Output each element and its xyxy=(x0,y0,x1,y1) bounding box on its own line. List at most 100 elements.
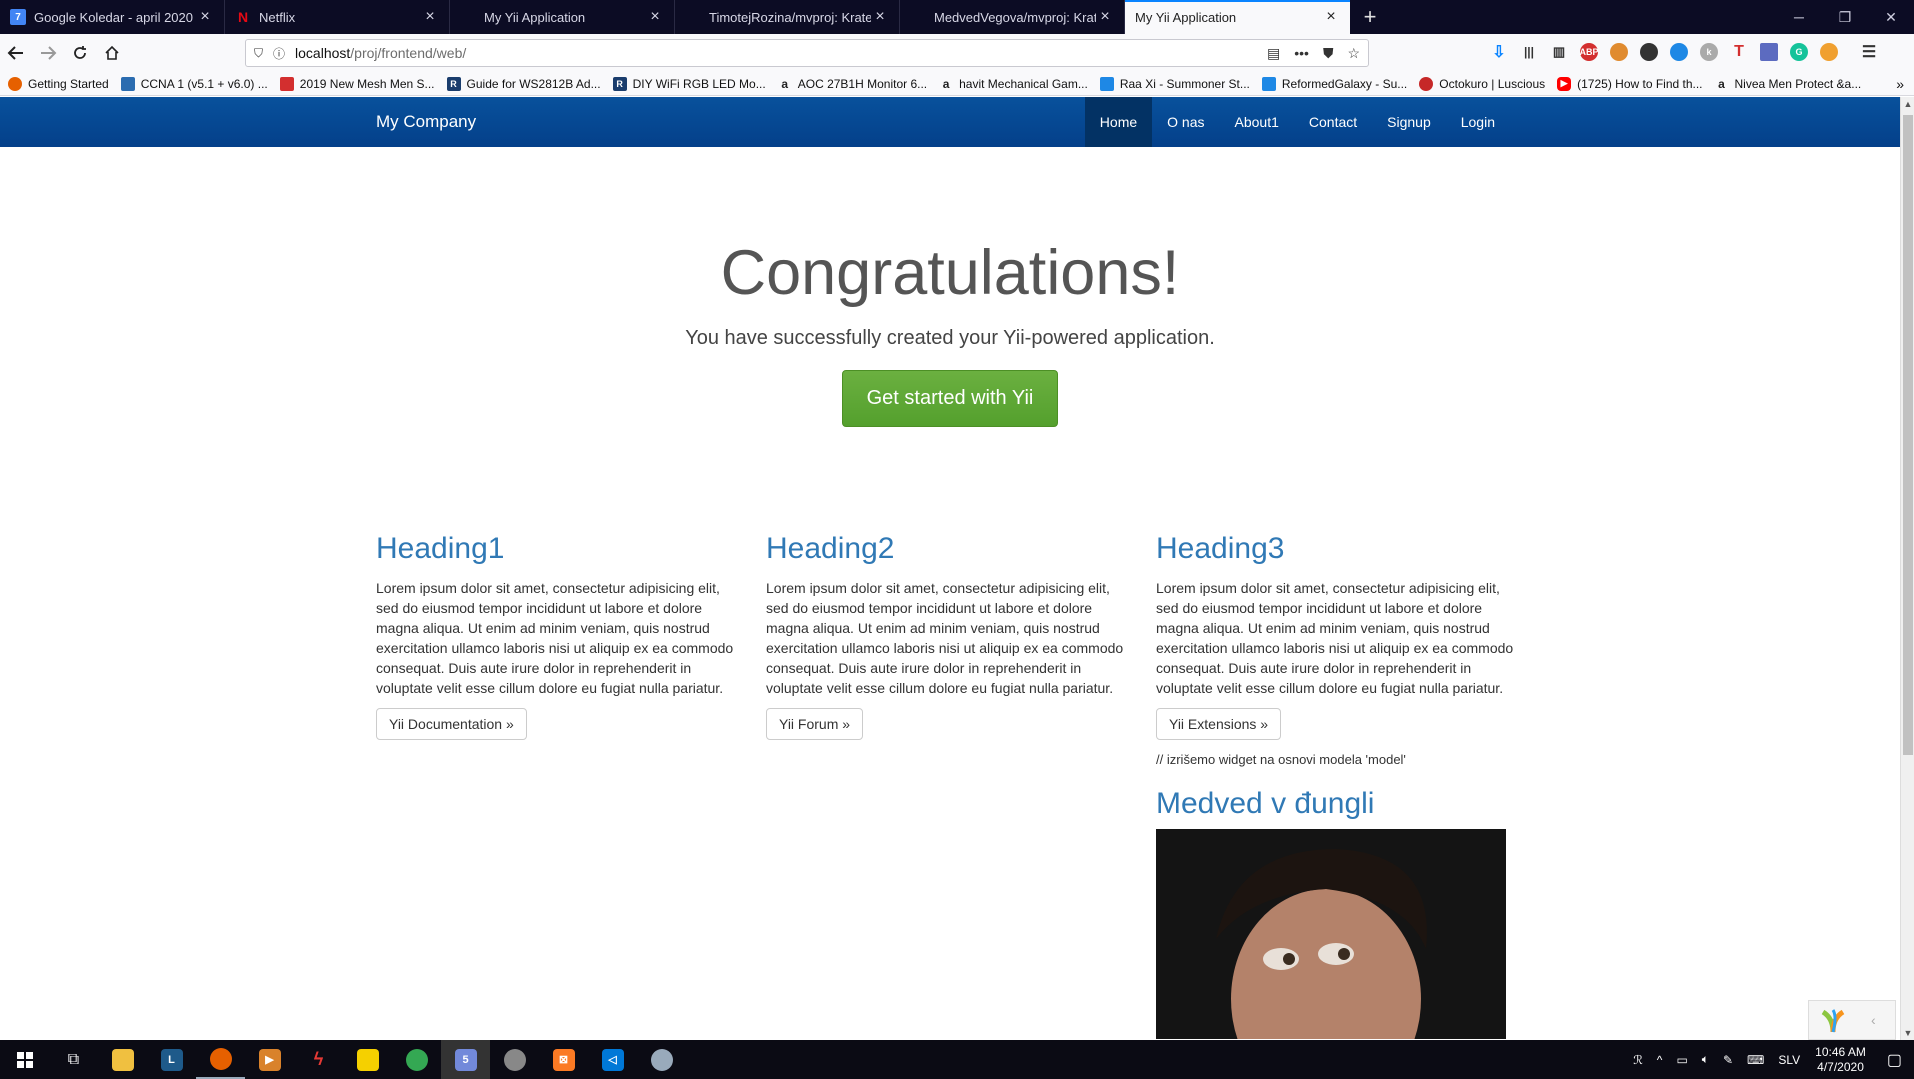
bookmark-octokuro[interactable]: Octokuro | Luscious xyxy=(1419,76,1545,91)
extension-k-icon[interactable]: k xyxy=(1700,43,1718,61)
widget-comment: // izrišemo widget na osnovi modela 'mod… xyxy=(1156,752,1406,767)
ghost-icon[interactable] xyxy=(1640,43,1658,61)
clock[interactable]: 10:46 AM 4/7/2020 xyxy=(1815,1045,1866,1075)
scroll-down-icon[interactable]: ▼ xyxy=(1901,1028,1914,1038)
close-tab-icon[interactable]: × xyxy=(421,8,439,26)
taskbar-app-mouse[interactable] xyxy=(490,1040,539,1079)
close-tab-icon[interactable]: × xyxy=(196,8,214,26)
bookmark-ws2812b[interactable]: R Guide for WS2812B Ad... xyxy=(446,76,601,91)
page-actions-icon[interactable]: ••• xyxy=(1294,45,1309,62)
keyboard-icon[interactable]: ⌨ xyxy=(1747,1053,1764,1067)
tab-yii-app-active[interactable]: My Yii Application × xyxy=(1125,0,1350,34)
close-tab-icon[interactable]: × xyxy=(1096,8,1114,26)
tab-google-calendar[interactable]: 7 Google Koledar - april 2020 × xyxy=(0,0,225,34)
minimize-icon[interactable]: ─ xyxy=(1776,0,1822,34)
task-view-button[interactable]: ⧉ xyxy=(49,1040,98,1079)
back-button[interactable] xyxy=(0,37,32,69)
column-text: Lorem ipsum dolor sit amet, consectetur … xyxy=(766,580,1124,696)
firefox-icon xyxy=(209,1047,232,1070)
new-tab-button[interactable]: + xyxy=(1350,0,1390,34)
url-bar[interactable]: ⛉ ⓘ localhost/proj/frontend/web/ ▤ ••• ⛊… xyxy=(245,39,1369,67)
taskbar-app-paint[interactable] xyxy=(637,1040,686,1079)
adblock-icon[interactable]: ABP xyxy=(1580,43,1599,61)
profile-icon[interactable] xyxy=(1820,43,1838,61)
close-tab-icon[interactable]: × xyxy=(1322,8,1340,26)
volume-icon[interactable]: 🔈︎ xyxy=(1702,1052,1709,1067)
people-icon[interactable]: ℛ xyxy=(1633,1053,1643,1067)
taskbar-xampp[interactable]: ⊠ xyxy=(539,1040,588,1079)
brand-link[interactable]: My Company xyxy=(376,97,476,147)
bookmark-aoc-monitor[interactable]: a AOC 27B1H Monitor 6... xyxy=(778,77,927,91)
pen-icon[interactable]: ✎ xyxy=(1723,1053,1733,1067)
home-button[interactable] xyxy=(96,37,128,69)
download-icon[interactable]: ⇩ xyxy=(1490,43,1508,61)
scroll-up-icon[interactable]: ▲ xyxy=(1901,99,1914,109)
bookmark-youtube[interactable]: ▶ (1725) How to Find th... xyxy=(1557,76,1703,91)
tray-chevron-icon[interactable]: ^ xyxy=(1657,1053,1663,1067)
nav-signup[interactable]: Signup xyxy=(1372,97,1446,147)
taskbar-chrome[interactable] xyxy=(392,1040,441,1079)
taskbar-firefox[interactable] xyxy=(196,1040,245,1079)
toolbar-collapse-icon[interactable]: ‹ xyxy=(1871,1012,1876,1028)
yii-extensions-button[interactable]: Yii Extensions » xyxy=(1156,708,1282,740)
taskbar-vscode[interactable]: ◁ xyxy=(588,1040,637,1079)
bookmark-raa-xi[interactable]: Raa Xi - Summoner St... xyxy=(1099,76,1250,91)
nav-login[interactable]: Login xyxy=(1446,97,1510,147)
taskbar-discord[interactable]: 5 xyxy=(441,1040,490,1079)
bookmark-star-icon[interactable]: ☆ xyxy=(1347,45,1360,62)
nav-about1[interactable]: About1 xyxy=(1220,97,1294,147)
language-indicator[interactable]: SLV xyxy=(1778,1053,1800,1067)
bookmark-reformed-galaxy[interactable]: ReformedGalaxy - Su... xyxy=(1261,76,1407,91)
bookmark-diy-wifi[interactable]: R DIY WiFi RGB LED Mo... xyxy=(612,76,766,91)
reader-view-icon[interactable]: ▤ xyxy=(1267,45,1280,62)
taskbar-media[interactable]: ▶ xyxy=(245,1040,294,1079)
nav-home[interactable]: Home xyxy=(1084,97,1153,147)
network-icon[interactable]: ▭ xyxy=(1676,1053,1687,1067)
tab-github-medved[interactable]: MedvedVegova/mvproj: Kratek × xyxy=(900,0,1125,34)
page-scrollbar[interactable]: ▲ ▼ xyxy=(1900,97,1914,1040)
library-icon[interactable]: ||| xyxy=(1520,43,1538,61)
tampermonkey-icon[interactable] xyxy=(1610,43,1628,61)
close-window-icon[interactable]: ✕ xyxy=(1868,0,1914,34)
opgg-icon xyxy=(1099,76,1114,91)
reload-button[interactable] xyxy=(64,37,96,69)
yii-documentation-button[interactable]: Yii Documentation » xyxy=(376,708,527,740)
window-controls: ─ ❐ ✕ xyxy=(1776,0,1914,34)
notifications-icon[interactable]: ▢ xyxy=(1887,1050,1902,1070)
yii-debug-toolbar[interactable]: ‹ xyxy=(1808,1000,1896,1040)
tab-netflix[interactable]: N Netflix × xyxy=(225,0,450,34)
messenger-icon[interactable] xyxy=(1670,43,1688,61)
shield-icon[interactable]: ⛉ xyxy=(254,46,263,61)
column-1: Heading1 Lorem ipsum dolor sit amet, con… xyxy=(376,532,766,1039)
nav-o-nas[interactable]: O nas xyxy=(1152,97,1219,147)
restore-icon[interactable]: ❐ xyxy=(1822,0,1868,34)
translate-icon[interactable] xyxy=(1760,43,1778,61)
taskbar-app-bolt[interactable]: ϟ xyxy=(294,1040,343,1079)
bookmark-mesh-men[interactable]: 2019 New Mesh Men S... xyxy=(279,76,435,91)
menu-icon[interactable]: ☰ xyxy=(1860,43,1878,61)
close-tab-icon[interactable]: × xyxy=(871,8,889,26)
yii-forum-button[interactable]: Yii Forum » xyxy=(766,708,864,740)
bookmark-getting-started[interactable]: Getting Started xyxy=(8,76,109,91)
bookmark-nivea[interactable]: a Nivea Men Protect &a... xyxy=(1715,77,1861,91)
taskbar-file-explorer[interactable] xyxy=(98,1040,147,1079)
start-button[interactable] xyxy=(0,1040,49,1079)
pocket-icon[interactable]: ⛊ xyxy=(1323,45,1334,62)
opgg-icon xyxy=(1261,76,1276,91)
extension-t-icon[interactable]: T xyxy=(1730,43,1748,61)
grammarly-icon[interactable]: G xyxy=(1790,43,1808,61)
scrollbar-thumb[interactable] xyxy=(1903,115,1913,755)
bookmark-ccna[interactable]: CCNA 1 (v5.1 + v6.0) ... xyxy=(120,76,268,91)
bookmark-havit[interactable]: a havit Mechanical Gam... xyxy=(939,77,1088,91)
info-icon[interactable]: ⓘ xyxy=(273,45,285,62)
close-tab-icon[interactable]: × xyxy=(646,8,664,26)
tab-github-timotej[interactable]: TimotejRozina/mvproj: Kratek × xyxy=(675,0,900,34)
taskbar-league[interactable]: L xyxy=(147,1040,196,1079)
sidebar-icon[interactable]: ▥ xyxy=(1550,43,1568,61)
bookmarks-overflow-icon[interactable]: » xyxy=(1896,76,1904,92)
nav-contact[interactable]: Contact xyxy=(1294,97,1372,147)
taskbar-sticky-notes[interactable] xyxy=(343,1040,392,1079)
get-started-button[interactable]: Get started with Yii xyxy=(841,370,1059,427)
forward-button[interactable] xyxy=(32,37,64,69)
tab-yii-app-1[interactable]: My Yii Application × xyxy=(450,0,675,34)
